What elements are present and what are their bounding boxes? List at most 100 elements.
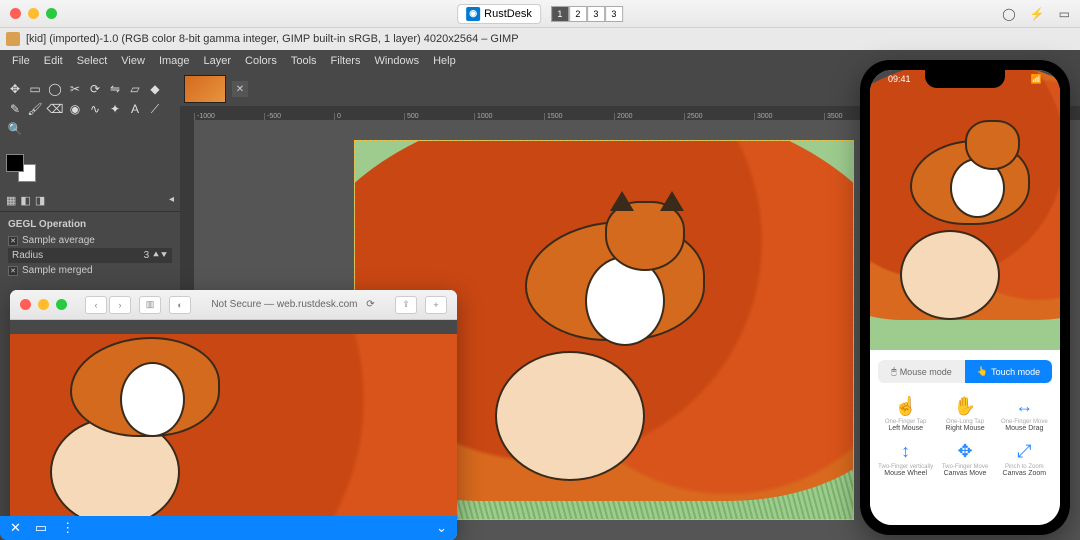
phone-control-panel: 🖱Mouse mode 👆Touch mode ☝ One-Finger Tap… [870,350,1060,525]
close-icon[interactable]: ✕ [10,520,21,536]
safari-window: ‹ › ▥ ◐ Not Secure — web.rustdesk.com ⟳ … [10,290,457,540]
forward-button[interactable]: › [109,296,131,314]
gesture-mouse-drag: ↔ One-Finger Move Mouse Drag [997,395,1052,432]
safari-address-bar[interactable]: Not Secure — web.rustdesk.com ⟳ [199,299,387,310]
menu-view[interactable]: View [115,53,151,69]
display-icon[interactable]: ▭ [35,520,47,536]
close-icon[interactable] [10,8,21,19]
workspace-tab-4[interactable]: 3 [605,6,623,22]
sidebar-button[interactable]: ▥ [139,296,161,314]
menu-filters[interactable]: Filters [325,53,367,69]
rustdesk-icon: ◉ [466,7,480,21]
checkbox-icon[interactable]: ✕ [8,266,18,276]
crop-tool-icon[interactable]: ✂ [66,80,84,98]
opt-sample-merged[interactable]: ✕ Sample merged [8,263,172,278]
opt-label: Sample average [22,235,95,246]
color-swatches[interactable] [6,154,36,182]
fox-shape [525,201,715,351]
chevron-down-icon[interactable]: ⌄ [436,520,447,536]
tab-icon[interactable]: ▦ [6,194,16,207]
mode-label: Mouse mode [900,367,952,377]
menu-layer[interactable]: Layer [198,53,238,69]
touch-mode-button[interactable]: 👆Touch mode [965,360,1052,383]
back-button[interactable]: ‹ [85,296,107,314]
opt-radius-label: Radius [12,250,43,261]
ruler-tick: 500 [404,113,474,120]
gesture-label: Mouse Drag [997,425,1052,432]
text-tool-icon[interactable]: A [126,100,144,118]
more-icon[interactable]: ⋮ [61,520,74,536]
lasso-tool-icon[interactable]: ◯ [46,80,64,98]
perspective-tool-icon[interactable]: ▱ [126,80,144,98]
menu-colors[interactable]: Colors [239,53,283,69]
opt-sample-average[interactable]: ✕ Sample average [8,233,172,248]
path-tool-icon[interactable]: ✦ [106,100,124,118]
bottom-bar-left: ✕ ▭ ⋮ [10,520,74,536]
safari-content[interactable]: 1000 1500 2000 2500 3000 3500 [10,320,457,520]
gesture-mouse-wheel: ↕ Two-Finger vertically Mouse Wheel [878,440,933,477]
face-shape [495,351,645,481]
gesture-label: Left Mouse [878,425,933,432]
mouse-mode-button[interactable]: 🖱Mouse mode [878,360,965,383]
workspace-tab-2[interactable]: 2 [569,6,587,22]
phone-time: 09:41 [888,74,911,85]
tab-icon[interactable]: ◨ [35,194,45,207]
menu-image[interactable]: Image [153,53,196,69]
zoom-tool-icon[interactable]: 🔍 [6,120,24,138]
opt-radius-value: 3 ⯅⯆ [144,250,168,261]
rect-select-tool-icon[interactable]: ▭ [26,80,44,98]
phone-remote-canvas[interactable] [870,70,1060,350]
close-tab-icon[interactable]: ✕ [232,81,248,97]
pinch-icon: ⤢ [997,440,1052,462]
workspace-tab-1[interactable]: 1 [551,6,569,22]
workspace-tab-3[interactable]: 3 [587,6,605,22]
phone-mockup: 09:41 📶 🖱Mouse mode 👆Touch mode [860,60,1070,535]
phone-screen: 09:41 📶 🖱Mouse mode 👆Touch mode [870,70,1060,525]
menu-file[interactable]: File [6,53,36,69]
rotate-tool-icon[interactable]: ⟳ [86,80,104,98]
bucket-tool-icon[interactable]: ◆ [146,80,164,98]
flip-tool-icon[interactable]: ⇋ [106,80,124,98]
eraser-tool-icon[interactable]: ⌫ [46,100,64,118]
fullscreen-icon[interactable] [46,8,57,19]
menu-windows[interactable]: Windows [368,53,425,69]
close-icon[interactable] [20,299,31,310]
gesture-label: Canvas Move [937,470,992,477]
touch-icon: 👆 [977,366,988,377]
chat-icon[interactable]: ◯ [1002,7,1015,21]
smudge-tool-icon[interactable]: ∿ [86,100,104,118]
signal-icon: 📶 [1031,74,1042,85]
drag-icon: ↔ [997,395,1052,417]
display-icon[interactable]: ▭ [1059,7,1070,21]
image-tab-thumb[interactable] [184,75,226,103]
menu-help[interactable]: Help [427,53,462,69]
minimize-icon[interactable] [28,8,39,19]
bolt-icon[interactable]: ⚡ [1030,7,1045,21]
tab-menu-icon[interactable]: ◂ [169,194,174,207]
safari-canvas-viewport[interactable] [10,334,457,520]
traffic-lights [20,299,67,310]
move-tool-icon[interactable]: ✥ [6,80,24,98]
pencil-tool-icon[interactable]: ✎ [6,100,24,118]
app-label: RustDesk [484,8,532,20]
brush-tool-icon[interactable]: 🖌 [26,100,44,118]
app-pill[interactable]: ◉ RustDesk [457,4,541,24]
face-shape [900,230,1000,320]
fg-color-swatch[interactable] [6,154,24,172]
scroll-icon: ↕ [878,440,933,462]
shield-icon[interactable]: ◐ [169,296,191,314]
clone-tool-icon[interactable]: ◉ [66,100,84,118]
reload-icon[interactable]: ⟳ [366,299,374,310]
minimize-icon[interactable] [38,299,49,310]
menu-tools[interactable]: Tools [285,53,323,69]
fullscreen-icon[interactable] [56,299,67,310]
opt-radius[interactable]: Radius 3 ⯅⯆ [8,248,172,263]
menu-edit[interactable]: Edit [38,53,69,69]
measure-tool-icon[interactable]: ⟋ [146,100,164,118]
new-tab-button[interactable]: + [425,296,447,314]
menu-select[interactable]: Select [71,53,114,69]
gesture-right-mouse: ✋ One-Long Tap Right Mouse [937,395,992,432]
tab-icon[interactable]: ◧ [20,194,30,207]
share-button[interactable]: ⇪ [395,296,417,314]
checkbox-icon[interactable]: ✕ [8,236,18,246]
